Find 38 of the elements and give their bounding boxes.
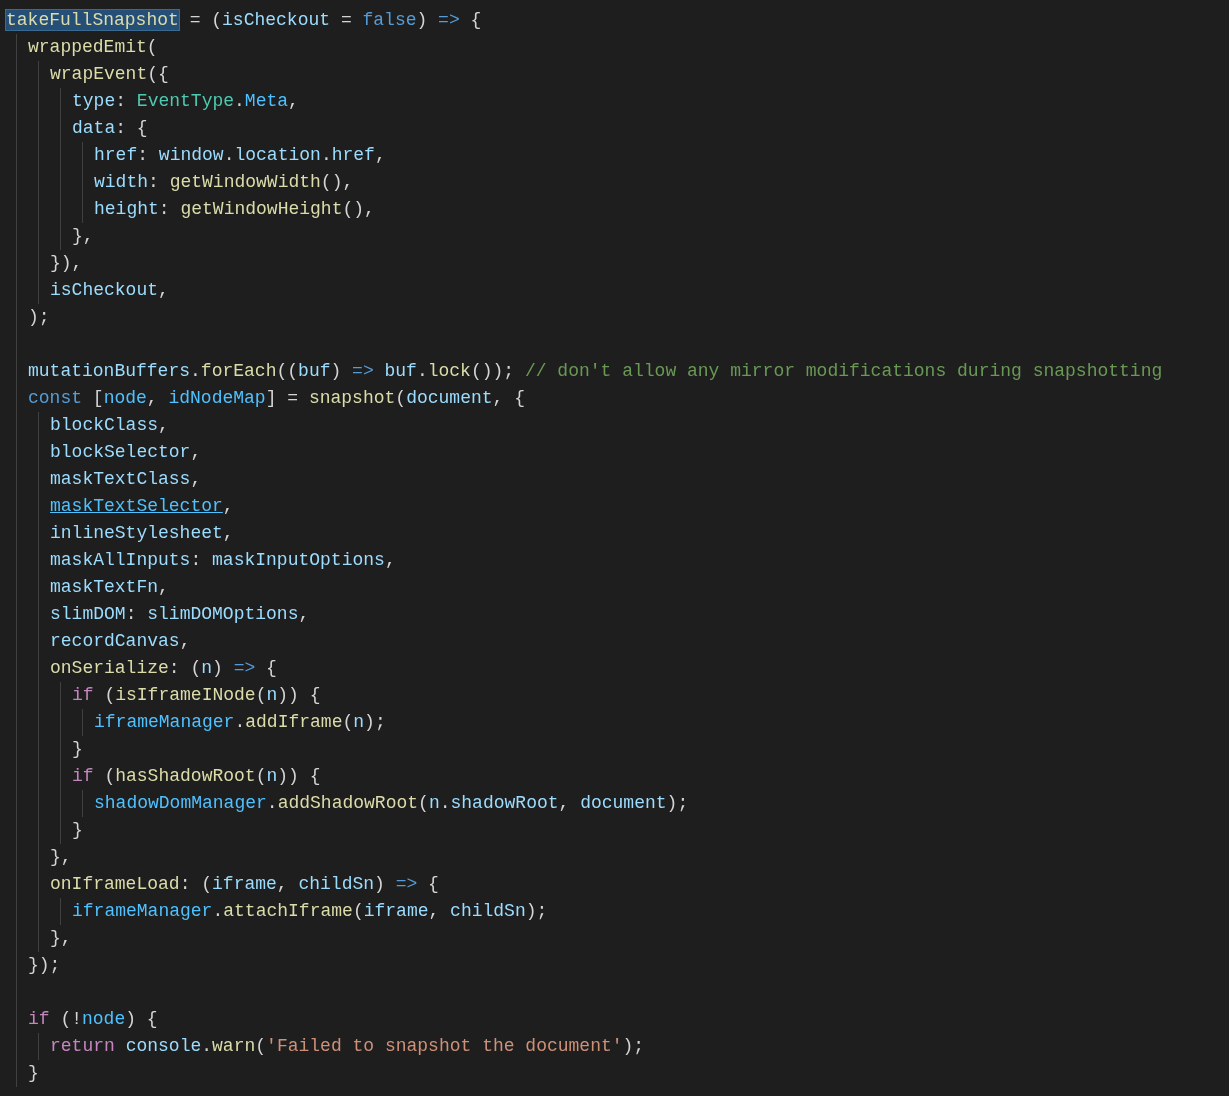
code-line: }	[72, 738, 83, 761]
code-line: isCheckout,	[50, 279, 169, 302]
code-line: },	[50, 846, 72, 869]
code-line: },	[72, 225, 94, 248]
code-line: takeFullSnapshot = (isCheckout = false) => {	[6, 9, 482, 32]
code-line: maskTextClass,	[50, 468, 202, 491]
code-line: width: getWindowWidth(),	[94, 171, 354, 194]
code-line: maskAllInputs: maskInputOptions,	[50, 549, 396, 572]
code-line: maskTextSelector,	[50, 495, 234, 518]
code-line: inlineStylesheet,	[50, 522, 234, 545]
code-line: blockSelector,	[50, 441, 202, 464]
code-line: });	[28, 954, 61, 977]
code-line: wrapEvent({	[50, 63, 169, 86]
code-line: if (isIframeINode(n)) {	[72, 684, 321, 707]
code-line: onIframeLoad: (iframe, childSn) => {	[50, 873, 439, 896]
code-line: }),	[50, 252, 83, 275]
code-line: iframeManager.addIframe(n);	[94, 711, 386, 734]
code-line: blockClass,	[50, 414, 169, 437]
code-line: recordCanvas,	[50, 630, 191, 653]
code-line: mutationBuffers.forEach((buf) => buf.lock()); // don't allow any mirror modifications during snapshotting	[28, 360, 1163, 383]
code-line: );	[28, 306, 50, 329]
code-line: href: window.location.href,	[94, 144, 386, 167]
code-line: slimDOM: slimDOMOptions,	[50, 603, 310, 626]
code-line: height: getWindowHeight(),	[94, 198, 375, 221]
code-line: }	[28, 1062, 39, 1085]
code-line: shadowDomManager.addShadowRoot(n.shadowRoot, document);	[94, 792, 689, 815]
code-line: const [node, idNodeMap] = snapshot(document, {	[28, 387, 525, 410]
code-line: },	[50, 927, 72, 950]
code-line: return console.warn('Failed to snapshot the document');	[50, 1035, 645, 1058]
code-line: data: {	[72, 117, 148, 140]
code-line: }	[72, 819, 83, 842]
code-line: type: EventType.Meta,	[72, 90, 299, 113]
code-line: maskTextFn,	[50, 576, 169, 599]
code-line: if (hasShadowRoot(n)) {	[72, 765, 321, 788]
code-line: onSerialize: (n) => {	[50, 657, 277, 680]
code-line: if (!node) {	[28, 1008, 158, 1031]
code-line: wrappedEmit(	[28, 36, 158, 59]
code-line: iframeManager.attachIframe(iframe, childSn);	[72, 900, 548, 923]
